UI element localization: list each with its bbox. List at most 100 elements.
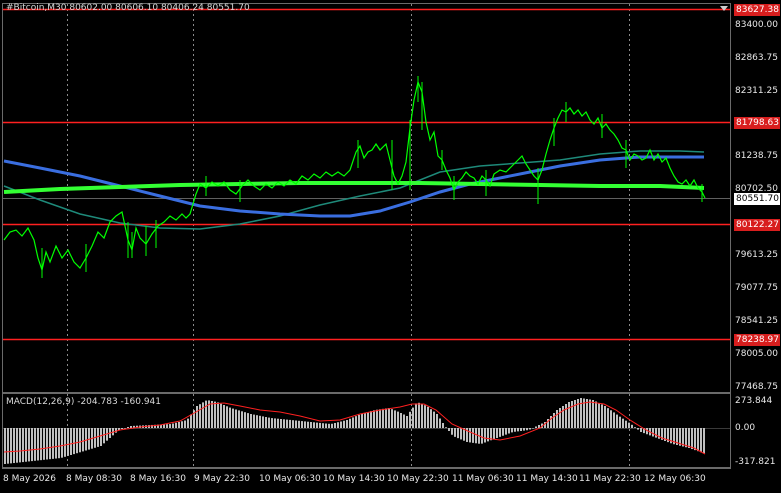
macd-histogram-bar [532,428,534,429]
macd-histogram-bar [481,428,483,444]
macd-histogram-bar [628,422,630,428]
time-label: 11 May 06:30 [452,474,514,484]
price-wicks [41,76,703,278]
macd-histogram-bar [214,401,216,428]
macd-histogram-bar [592,400,594,428]
macd-histogram-bar [499,428,501,437]
macd-histogram-bar [601,404,603,428]
macd-histogram-bar [115,428,117,433]
macd-histogram-bar [535,426,537,428]
macd-histogram-bar [100,428,102,446]
macd-histogram-bar [613,412,615,428]
macd-histogram-bar [415,403,417,428]
macd-histogram-bar [220,403,222,428]
macd-histogram [4,398,705,464]
macd-histogram-bar [280,419,282,428]
macd-histogram-bar [313,422,315,428]
macd-histogram-bar [487,428,489,442]
price-tick: 81238.75 [735,151,778,161]
macd-histogram-bar [316,422,318,428]
macd-histogram-bar [19,428,21,463]
macd-histogram-bar [634,427,636,428]
ma-slow-line [3,150,705,230]
macd-histogram-bar [484,428,486,443]
macd-histogram-bar [406,416,408,428]
macd-histogram-bar [430,409,432,428]
macd-histogram-bar [655,428,657,438]
macd-histogram-bar [691,428,693,450]
macd-histogram-bar [640,428,642,432]
macd-histogram-bar [367,412,369,428]
macd-histogram-bar [13,428,15,464]
level-label-78238: 78238.97 [734,334,780,346]
macd-histogram-bar [631,424,633,428]
macd-histogram-bar [196,406,198,428]
macd-histogram-bar [190,414,192,428]
macd-histogram-bar [349,418,351,428]
macd-histogram-bar [40,428,42,461]
macd-histogram-bar [73,428,75,455]
macd-indicator-label: MACD(12,26,9) -204.783 -160.941 [6,397,162,407]
macd-histogram-bar [286,419,288,428]
macd-histogram-bar [433,411,435,428]
macd-histogram-bar [568,402,570,428]
macd-histogram-bar [607,408,609,428]
macd-histogram-bar [526,428,528,431]
macd-histogram-bar [211,401,213,428]
macd-histogram-bar [502,428,504,436]
chart-menu-arrow-icon[interactable] [720,6,728,11]
macd-histogram-bar [610,410,612,428]
macd-histogram-bar [418,402,420,428]
macd-histogram-bar [604,406,606,428]
macd-histogram-bar [553,413,555,428]
macd-histogram-bar [67,428,69,456]
time-label: 10 May 22:30 [387,474,449,484]
macd-histogram-bar [217,402,219,428]
macd-histogram-bar [340,421,342,428]
macd-histogram-bar [82,428,84,452]
macd-histogram-bar [523,428,525,431]
macd-histogram-bar [685,428,687,448]
macd-histogram-bar [250,414,252,428]
macd-histogram-bar [34,428,36,461]
macd-histogram-bar [97,428,99,447]
macd-histogram-bar [637,428,639,430]
macd-tick-zero: 0.00 [735,423,756,433]
macd-histogram-bar [199,404,201,428]
macd-histogram-bar [619,416,621,428]
macd-histogram-bar [244,412,246,428]
macd-histogram-bar [181,421,183,428]
macd-histogram-bar [382,408,384,428]
macd-histogram-bar [52,428,54,459]
macd-histogram-bar [682,428,684,447]
macd-histogram-bar [70,428,72,455]
macd-histogram-bar [454,428,456,437]
macd-histogram-bar [334,423,336,428]
price-tick: 79077.75 [735,283,778,293]
macd-histogram-bar [283,419,285,428]
macd-histogram-bar [79,428,81,453]
time-label: 8 May 08:30 [66,474,122,484]
macd-histogram-bar [508,428,510,434]
macd-histogram-bar [529,428,531,430]
macd-histogram-bar [25,428,27,462]
macd-histogram-bar [43,428,45,460]
macd-histogram-bar [436,414,438,428]
chart-canvas[interactable] [0,0,781,489]
macd-histogram-bar [121,428,123,429]
macd-histogram-bar [274,418,276,428]
macd-histogram-bar [247,413,249,428]
macd-histogram-bar [289,419,291,428]
macd-histogram-bar [469,428,471,443]
macd-histogram-bar [442,423,444,428]
macd-histogram-bar [355,416,357,428]
macd-histogram-bar [511,428,513,433]
macd-histogram-bar [229,407,231,428]
macd-histogram-bar [391,409,393,428]
macd-histogram-bar [373,410,375,428]
macd-histogram-bar [622,418,624,428]
macd-histogram-bar [571,401,573,428]
macd-histogram-bar [58,428,60,459]
macd-histogram-bar [169,424,171,428]
price-tick: 77468.75 [735,382,778,392]
